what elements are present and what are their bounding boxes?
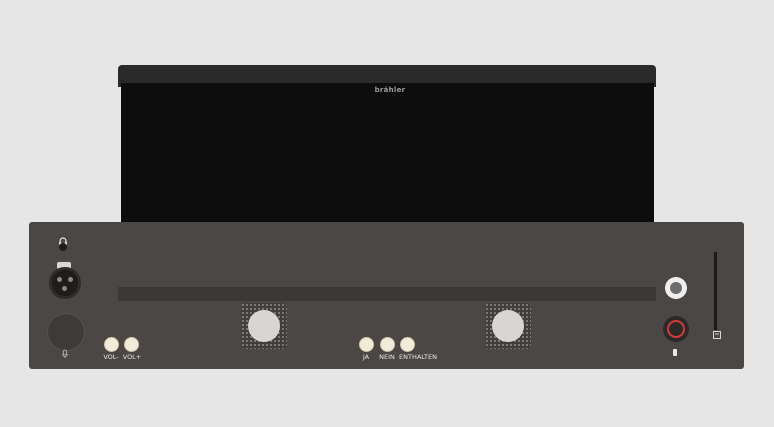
microphone-xlr-connector[interactable] (49, 267, 81, 299)
right-speaker-grille (485, 303, 531, 349)
id-card-slot[interactable] (714, 252, 717, 330)
id-card-icon (713, 331, 721, 339)
connector-port-inner (670, 282, 682, 294)
vote-abstain-button[interactable] (400, 337, 415, 352)
volume-down-button[interactable] (104, 337, 119, 352)
screen-base (118, 287, 656, 301)
headphone-jack[interactable] (59, 243, 67, 251)
microphone-button[interactable] (47, 313, 85, 351)
volume-up-label: VOL+ (122, 353, 142, 361)
microphone-icon (62, 349, 68, 358)
vote-abstain-label: ENTHALTEN (399, 353, 437, 361)
request-to-speak-ring (667, 320, 685, 338)
brand-logo: brähler (374, 86, 406, 94)
left-speaker-grille (241, 303, 287, 349)
vote-yes-button[interactable] (359, 337, 374, 352)
status-indicator-icon (673, 349, 677, 356)
vote-no-button[interactable] (380, 337, 395, 352)
volume-up-button[interactable] (124, 337, 139, 352)
